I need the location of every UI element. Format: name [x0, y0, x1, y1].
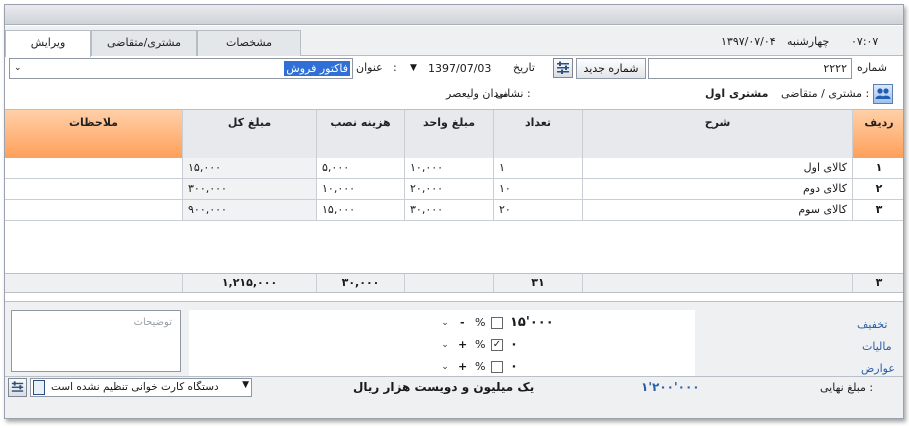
- notes-placeholder: توضیحات: [133, 317, 172, 328]
- footer-install-cost: ۳۰,۰۰۰: [317, 273, 405, 293]
- col-header-total[interactable]: مبلغ کل: [183, 110, 317, 158]
- table-cell-row[interactable]: ۱: [853, 158, 903, 179]
- tab-customer-label: مشتری/متقاضی: [106, 36, 182, 49]
- final-amount-value: ۱'۲۰۰'۰۰۰: [641, 380, 700, 394]
- number-label: شماره: [857, 61, 888, 74]
- col-header-unit-price[interactable]: مبلغ واحد: [405, 110, 494, 158]
- card-reader-status: دستگاه کارت خوانی تنظیم نشده است: [51, 381, 219, 393]
- tax-percent-sign: %: [475, 338, 486, 351]
- tab-edit-label: ویرایش: [30, 36, 66, 49]
- card-reader-select[interactable]: دستگاه کارت خوانی تنظیم نشده است ▼: [30, 378, 252, 397]
- table-cell-row[interactable]: ۳: [853, 200, 903, 221]
- table-cell-total[interactable]: ۹۰۰,۰۰۰: [183, 200, 317, 221]
- table-cell-unit-price[interactable]: ۳۰,۰۰۰: [405, 200, 494, 221]
- status-bar: دستگاه کارت خوانی تنظیم نشده است ▼ یک می…: [5, 376, 903, 398]
- title-value: فاکتور فروش: [284, 61, 350, 76]
- customer-button[interactable]: [873, 84, 893, 104]
- tab-customer[interactable]: مشتری/متقاضی: [91, 30, 197, 56]
- title-input[interactable]: ⌄ فاکتور فروش: [9, 58, 353, 79]
- footer-unit-price: [405, 273, 494, 293]
- table-cell-qty[interactable]: ۲۰: [494, 200, 583, 221]
- duties-label[interactable]: عوارض: [861, 362, 895, 375]
- title-dropdown-icon[interactable]: ⌄: [14, 59, 22, 78]
- table-cell-unit-price[interactable]: ۱۰,۰۰۰: [405, 158, 494, 179]
- header-date: ۱۳۹۷/۰۷/۰۴: [721, 35, 776, 48]
- discount-percent-checkbox[interactable]: [491, 317, 503, 329]
- discount-label[interactable]: تخفیف: [857, 318, 887, 331]
- table-cell-notes[interactable]: [5, 179, 183, 200]
- footer-notes: [5, 273, 183, 293]
- table-cell-row[interactable]: ۲: [853, 179, 903, 200]
- table-cell-total[interactable]: ۱۵,۰۰۰: [183, 158, 317, 179]
- number-input[interactable]: ۲۲۲۲: [648, 58, 852, 79]
- footer-row-count: ۳: [853, 273, 903, 293]
- duties-percent-sign: %: [475, 360, 486, 373]
- header-time: ۰۷:۰۷: [851, 35, 879, 48]
- footer-total: ۱,۲۱۵,۰۰۰: [183, 273, 317, 293]
- table-cell-notes[interactable]: [5, 200, 183, 221]
- card-reader-dropdown-icon[interactable]: ▼: [242, 380, 249, 390]
- tax-dropdown-icon[interactable]: ⌄: [437, 336, 453, 354]
- table-cell-install-cost[interactable]: ۱۰,۰۰۰: [317, 179, 405, 200]
- col-header-row[interactable]: ردیف: [853, 110, 903, 158]
- duties-percent-checkbox[interactable]: [491, 361, 503, 373]
- table-cell-desc[interactable]: کالای دوم: [583, 179, 853, 200]
- background-tab-strip: [5, 5, 903, 25]
- users-icon: [875, 88, 891, 99]
- tax-value[interactable]: ۰: [510, 337, 518, 352]
- tax-label[interactable]: مالیات: [862, 340, 892, 353]
- sliders-icon: [557, 61, 569, 74]
- footer-desc: [583, 273, 853, 293]
- duties-value[interactable]: ۰: [510, 359, 518, 374]
- table-cell-desc[interactable]: کالای اول: [583, 158, 853, 179]
- discount-percent-sign: %: [475, 316, 486, 329]
- title-label: عنوان: [356, 61, 383, 74]
- table-cell-desc[interactable]: کالای سوم: [583, 200, 853, 221]
- card-reader-icon: [33, 380, 45, 395]
- col-header-notes[interactable]: ملاحظات: [5, 110, 183, 158]
- discount-value[interactable]: ۱۵'۰۰۰: [510, 315, 554, 330]
- settings-icon-button[interactable]: [553, 58, 573, 78]
- footer-qty: ۳۱: [494, 273, 583, 293]
- table-cell-qty[interactable]: ۱۰: [494, 179, 583, 200]
- summary-panel: توضیحات ⌄ - % ۱۵'۰۰۰ تخفیف ⌄ + % ✓ ۰ مال…: [5, 301, 903, 418]
- duties-plus[interactable]: +: [458, 360, 467, 373]
- tax-percent-checkbox[interactable]: ✓: [491, 339, 503, 351]
- table-cell-install-cost[interactable]: ۵,۰۰۰: [317, 158, 405, 179]
- tab-details-label: مشخصات: [225, 36, 273, 49]
- table-cell-notes[interactable]: [5, 158, 183, 179]
- customer-value: مشتری اول: [705, 87, 769, 100]
- final-amount-label: مبلغ نهایی :: [820, 381, 874, 394]
- card-reader-settings-button[interactable]: [8, 378, 27, 397]
- invoice-window: ویرایش مشتری/متقاضی مشخصات ۱۳۹۷/۰۷/۰۴ چه…: [4, 4, 904, 419]
- header-weekday: چهارشنبه: [787, 35, 830, 48]
- col-header-qty[interactable]: تعداد: [494, 110, 583, 158]
- col-header-desc[interactable]: شرح: [583, 110, 853, 158]
- date-label: تاریخ: [513, 61, 535, 74]
- duties-dropdown-icon[interactable]: ⌄: [437, 358, 453, 376]
- tab-edit[interactable]: ویرایش: [5, 30, 91, 57]
- discount-dropdown-icon[interactable]: ⌄: [437, 314, 453, 332]
- tab-row: ویرایش مشتری/متقاضی مشخصات ۱۳۹۷/۰۷/۰۴ چه…: [5, 26, 903, 57]
- tab-details[interactable]: مشخصات: [197, 30, 301, 56]
- title-label-colon: :: [393, 61, 397, 74]
- notes-textarea[interactable]: توضیحات: [11, 310, 181, 372]
- sliders-icon: [11, 381, 24, 392]
- table-cell-unit-price[interactable]: ۲۰,۰۰۰: [405, 179, 494, 200]
- date-dropdown-icon[interactable]: ▼: [410, 59, 417, 78]
- date-input[interactable]: ▼ 1397/07/03: [405, 58, 505, 79]
- new-number-button[interactable]: شماره جدید: [576, 58, 646, 79]
- customer-label: مشتری / متقاضی :: [781, 87, 870, 100]
- col-header-install-cost[interactable]: هزینه نصب: [317, 110, 405, 158]
- discount-minus[interactable]: -: [460, 316, 465, 329]
- address-label: نشانی :: [495, 87, 531, 100]
- table-cell-total[interactable]: ۳۰۰,۰۰۰: [183, 179, 317, 200]
- date-value: 1397/07/03: [428, 62, 492, 75]
- table-cell-install-cost[interactable]: ۱۵,۰۰۰: [317, 200, 405, 221]
- tax-plus[interactable]: +: [458, 338, 467, 351]
- final-amount-words: یک میلیون و دویست هزار ریال: [353, 380, 535, 394]
- table-cell-qty[interactable]: ۱: [494, 158, 583, 179]
